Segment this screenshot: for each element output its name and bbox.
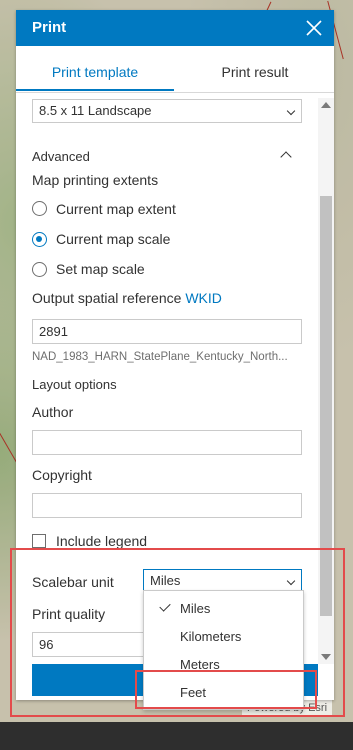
copyright-input[interactable] [32,493,302,518]
close-icon[interactable] [302,16,326,40]
tab-print-result[interactable]: Print result [176,46,334,91]
advanced-toggle-label[interactable]: Advanced [32,149,90,164]
author-label: Author [32,404,74,420]
layout-options-label: Layout options [32,377,117,392]
map-extents-label: Map printing extents [32,172,159,188]
wkid-description: NAD_1983_HARN_StatePlane_Kentucky_North.… [32,351,288,363]
map-bottom-strip [0,722,353,750]
tab-print-template[interactable]: Print template [16,46,174,91]
option-current-map-scale[interactable]: Current map scale [56,231,170,247]
author-input[interactable] [32,430,302,455]
panel-title: Print [32,19,67,36]
chevron-down-icon [286,106,296,116]
spatial-reference-label: Output spatial reference WKID [32,290,222,306]
annotation-highlight-feet-option [135,670,317,709]
option-set-map-scale[interactable]: Set map scale [56,261,145,277]
include-legend-label[interactable]: Include legend [56,533,147,549]
radio-current-map-extent[interactable] [32,201,47,216]
radio-current-map-scale[interactable] [32,232,47,247]
layout-select-value: 8.5 x 11 Landscape [39,103,152,118]
wkid-link[interactable]: WKID [185,290,222,306]
spatial-reference-text: Output spatial reference [32,290,182,306]
panel-tabs: Print template Print result [16,46,334,93]
copyright-label: Copyright [32,467,92,483]
layout-select[interactable]: 8.5 x 11 Landscape [32,99,302,123]
scroll-up-icon[interactable] [321,102,331,108]
include-legend-checkbox[interactable] [32,534,46,548]
wkid-input[interactable]: 2891 [32,319,302,344]
panel-header: Print [16,10,334,46]
option-current-map-extent[interactable]: Current map extent [56,201,176,217]
chevron-up-icon[interactable] [280,151,292,163]
radio-set-map-scale[interactable] [32,262,47,277]
